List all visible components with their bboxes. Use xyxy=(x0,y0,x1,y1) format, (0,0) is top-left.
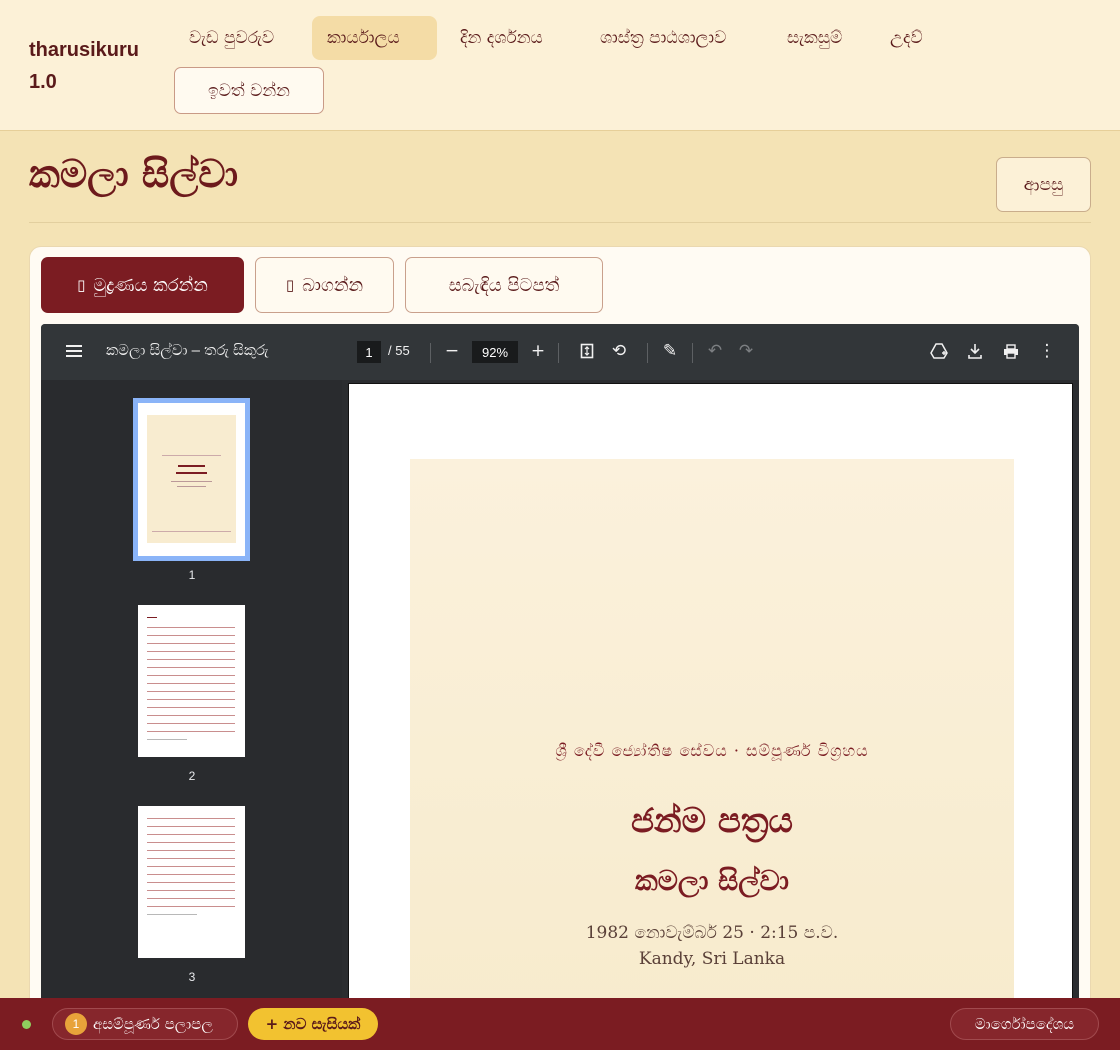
toolbar-separator xyxy=(558,343,559,363)
logout-button[interactable]: ඉවත් වන්න xyxy=(174,67,324,114)
toolbar-separator xyxy=(430,343,431,363)
page-number-input[interactable]: 1 xyxy=(357,341,381,363)
page-title: කමලා සිල්වා xyxy=(29,152,239,196)
redo-icon[interactable]: ↷ xyxy=(735,340,757,362)
download-button[interactable]: ▯ බාගන්න xyxy=(255,257,394,313)
page-thumbnail[interactable] xyxy=(133,398,250,561)
cover-place: Kandy, Sri Lanka xyxy=(638,949,786,969)
download-icon: ▯ xyxy=(285,276,295,294)
thumbnail-number: 2 xyxy=(188,769,196,783)
back-button[interactable]: ආපසු xyxy=(996,157,1091,212)
toolbar-separator xyxy=(692,343,693,363)
nav-item-dashboard[interactable]: වැඩ පුවරුව xyxy=(174,16,289,60)
nav-item-academy[interactable]: ශාස්ත්‍ර පාඨශාලාව xyxy=(585,16,741,60)
pending-count-badge: 1 xyxy=(65,1013,87,1035)
cover-title: ජන්ම පත්‍රය xyxy=(631,801,793,841)
menu-icon[interactable] xyxy=(63,340,85,362)
top-navbar: tharusikuru 1.0 වැඩ පුවරුව කාර්යාලය දින … xyxy=(0,0,1120,131)
print-pdf-icon[interactable] xyxy=(1000,340,1022,362)
zoom-in-icon[interactable]: + xyxy=(527,340,549,362)
nav-item-help[interactable]: උදව් xyxy=(875,16,938,60)
printer-icon: ▯ xyxy=(77,276,86,294)
print-button-label: මුද්‍රණය කරන්න xyxy=(93,274,208,296)
cover-datetime: 1982 නොවැම්බර් 25 · 2:15 ප.ව. xyxy=(585,923,839,943)
page-total: / 55 xyxy=(388,343,410,358)
fit-page-icon[interactable] xyxy=(576,340,598,362)
page-thumbnail[interactable] xyxy=(138,806,245,958)
bottom-status-bar: 1 අසම්පූර්ණ පලාපල + නව සැසියක් මාර්ගෝපදේ… xyxy=(0,998,1120,1050)
thumbnail-number: 1 xyxy=(188,568,196,582)
thumbnail-number: 3 xyxy=(188,970,196,984)
cover-panel: ශ්‍රී දේවී ජ්‍යෝතිෂ සේවය · සම්පූර්ණ විග්… xyxy=(410,459,1014,1014)
more-options-icon[interactable]: ⋮ xyxy=(1036,340,1058,362)
print-button[interactable]: ▯ මුද්‍රණය කරන්න xyxy=(41,257,244,313)
pending-readings-button[interactable]: 1 අසම්පූර්ණ පලාපල xyxy=(52,1008,238,1040)
save-to-drive-icon[interactable] xyxy=(928,340,950,362)
status-indicator xyxy=(22,1020,31,1029)
nav-item-office[interactable]: කාර්යාලය xyxy=(312,16,437,60)
nav-item-calendar[interactable]: දින දර්ශනය xyxy=(445,16,558,60)
cover-name: කමලා සිල්වා xyxy=(634,864,790,897)
new-session-button[interactable]: + නව සැසියක් xyxy=(248,1008,378,1040)
pending-readings-label: අසම්පූර්ණ පලාපල xyxy=(93,1015,213,1033)
brand-name: tharusikuru xyxy=(29,39,140,61)
pdf-doc-title: කමලා සිල්වා – තරු සිකුරු xyxy=(106,342,269,359)
guide-button[interactable]: මාර්ගෝපදේශය xyxy=(950,1008,1099,1040)
rotate-icon[interactable]: ⟲ xyxy=(608,340,630,362)
download-button-label: බාගන්න xyxy=(302,274,364,296)
cover-header: ශ්‍රී දේවී ජ්‍යෝතිෂ සේවය · සම්පූර්ණ විග්… xyxy=(555,741,869,760)
undo-icon[interactable]: ↶ xyxy=(704,340,726,362)
pdf-main-pane[interactable]: ශ්‍රී දේවී ජ්‍යෝතිෂ සේවය · සම්පූර්ණ විග්… xyxy=(342,380,1079,1014)
zoom-input[interactable]: 92% xyxy=(472,341,518,363)
brand-version: 1.0 xyxy=(29,71,57,93)
nav-item-settings[interactable]: සැකසුම් xyxy=(772,16,857,60)
related-copies-label: සබැඳිය පිටපත් xyxy=(448,274,560,296)
pdf-viewer: කමලා සිල්වා – තරු සිකුරු 1 / 55 − 92% + … xyxy=(41,324,1079,1014)
page-thumbnail[interactable] xyxy=(138,605,245,757)
related-copies-button[interactable]: සබැඳිය පිටපත් xyxy=(405,257,603,313)
zoom-out-icon[interactable]: − xyxy=(441,340,463,362)
pdf-page: ශ්‍රී දේවී ජ්‍යෝතිෂ සේවය · සම්පූර්ණ විග්… xyxy=(348,383,1073,1014)
pdf-toolbar: කමලා සිල්වා – තරු සිකුරු 1 / 55 − 92% + … xyxy=(41,324,1079,380)
toolbar-separator xyxy=(647,343,648,363)
brand-logo[interactable]: tharusikuru 1.0 xyxy=(29,34,149,98)
header-divider xyxy=(29,222,1091,223)
annotate-icon[interactable]: ✎ xyxy=(659,340,681,362)
download-pdf-icon[interactable] xyxy=(964,340,986,362)
thumbnail-sidebar: 1 2 3 xyxy=(41,380,342,1014)
